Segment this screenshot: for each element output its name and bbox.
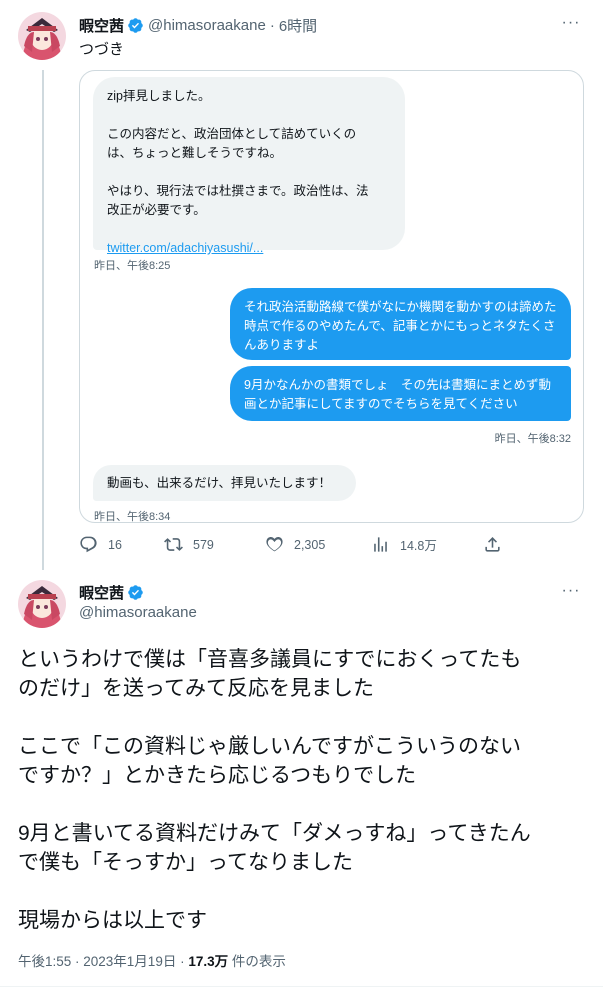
display-name[interactable]: 暇空茜 [79,582,124,603]
retweet-count: 579 [193,537,214,552]
tweet-timestamp[interactable]: 午後1:55 · 2023年1月19日 · [18,954,188,969]
timestamp[interactable]: 6時間 [279,15,317,36]
reply-icon [80,536,97,553]
handle[interactable]: @himasoraakane [148,17,266,34]
more-icon[interactable]: ··· [561,583,581,606]
tweet-header: 暇空茜 @himasoraakane · 6時間 [79,15,317,36]
share-button[interactable] [483,535,512,554]
reply-button[interactable]: 16 [79,535,122,554]
like-count: 2,305 [294,537,326,552]
like-icon [266,536,283,552]
dm-timestamp: 昨日、午後8:25 [94,260,171,272]
view-count[interactable]: 17.3万 [188,954,228,969]
tweet-line: というわけで僕は「音喜多議員にすでにおくってたも [18,648,522,671]
like-button[interactable]: 2,305 [265,535,325,554]
tweet-line: のだけ」を送ってみて反応を見ました [18,677,374,700]
views-count: 14.8万 [400,539,437,553]
display-name[interactable]: 暇空茜 [79,15,124,36]
divider [0,986,603,987]
dm-message-1: zip拝見しました。 この内容だと、政治団体として詰めていくの は、ちょっと難し… [93,77,405,255]
thread-connector-line [42,70,44,570]
handle[interactable]: @himasoraakane [79,604,197,621]
views-icon [374,537,387,552]
views-button[interactable]: 14.8万 [371,535,437,554]
avatar[interactable] [18,12,66,60]
tweet-line: で僕も「そっすか」ってなりました [18,851,353,874]
tweet-body: というわけで僕は「音喜多議員にすでにおくってたも のだけ」を送ってみて反応を見ま… [18,645,588,935]
tweet-line: ですか？」とかきたら応じるつもりでした [18,764,417,787]
retweet-icon [164,538,183,551]
dm-message-4: 動画も、出来るだけ、拝見いたします！ [93,465,356,501]
reply-count: 16 [108,537,122,552]
dm-timestamp: 昨日、午後8:32 [494,433,571,445]
dm-line: やはり、現行法では杜撰さまで。政治性は、法 [107,184,369,198]
dm-link[interactable]: twitter.com/adachiyasushi/... [107,239,391,258]
more-icon[interactable]: ··· [561,15,581,38]
verified-badge-icon [127,17,144,34]
dm-line: この内容だと、政治団体として詰めていくの [107,127,357,141]
dm-screenshot-card[interactable]: zip拝見しました。 この内容だと、政治団体として詰めていくの は、ちょっと難し… [79,70,584,523]
tweet-line: 現場からは以上です [18,909,207,932]
verified-badge-icon [127,584,144,601]
dm-line: は、ちょっと難しそうですね。 [107,146,283,160]
tweet-header: 暇空茜 [79,582,148,603]
tweet-text: つづき [79,41,125,58]
separator-dot: · [269,17,275,34]
dm-line: 改正が必要です。 [107,203,206,217]
dm-message-2: それ政治活動路線で僕がなにか機関を動かすのは諦めた時点で作るのやめたんで、記事と… [230,288,571,360]
dm-line: zip拝見しました。 [107,89,211,103]
share-icon [485,537,500,552]
tweet-meta: 午後1:55 · 2023年1月19日 · 17.3万 件の表示 [18,950,286,970]
tweet-line: 9月と書いてる資料だけみて「ダメっすね」ってきたん [18,822,531,845]
retweet-button[interactable]: 579 [164,535,214,554]
dm-timestamp: 昨日、午後8:34 [94,511,171,523]
avatar[interactable] [18,580,66,628]
tweet-line: ここで「この資料じゃ厳しいんですがこういうのない [18,735,521,758]
tweet-actions: 16 579 2,305 14.8万 [79,535,509,557]
dm-message-3: 9月かなんかの書類でしょ その先は書類にまとめず動画とか記事にしてますのでそちら… [230,366,571,421]
view-label: 件の表示 [228,954,286,969]
